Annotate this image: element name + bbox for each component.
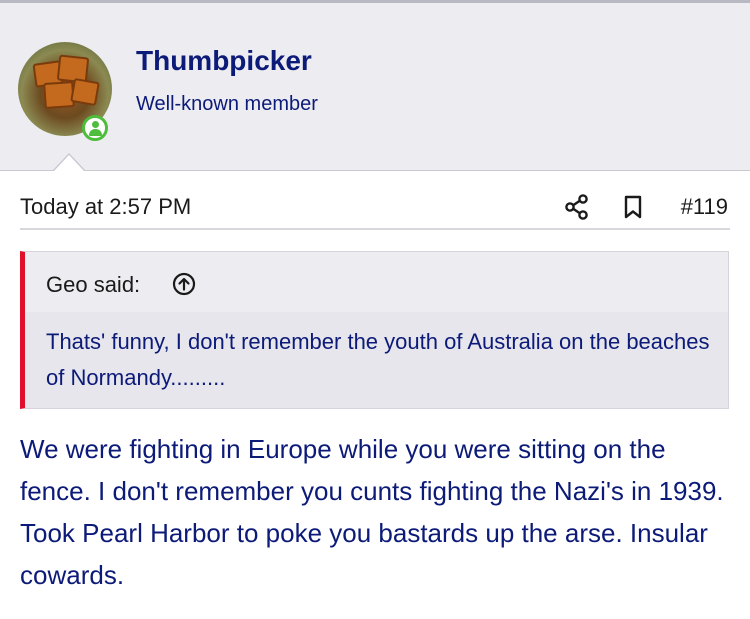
header-pointer-arrow-fill (54, 155, 84, 171)
quote-block: Geo said: Thats' funny, I don't remember… (20, 251, 729, 409)
post-author-header: Thumbpicker Well-known member (0, 3, 750, 171)
post-meta-bar: Today at 2:57 PM #119 (0, 190, 750, 224)
online-status-icon (82, 115, 108, 141)
quote-text: Thats' funny, I don't remember the youth… (46, 329, 710, 390)
bookmark-icon[interactable] (620, 194, 646, 220)
share-icon[interactable] (563, 193, 591, 221)
author-user-title: Well-known member (136, 93, 318, 115)
quote-author-link[interactable]: Geo said: (46, 272, 140, 298)
divider (20, 228, 730, 230)
post-number-link[interactable]: #119 (681, 194, 728, 220)
post-timestamp[interactable]: Today at 2:57 PM (20, 194, 191, 220)
author-username[interactable]: Thumbpicker (136, 45, 312, 77)
post-body-text: We were fighting in Europe while you wer… (20, 434, 724, 590)
avatar-toast-slice (43, 80, 75, 110)
quote-header: Geo said: (25, 252, 728, 312)
circle-arrow-up-icon[interactable] (172, 272, 196, 296)
avatar-toast-slice (70, 77, 100, 107)
